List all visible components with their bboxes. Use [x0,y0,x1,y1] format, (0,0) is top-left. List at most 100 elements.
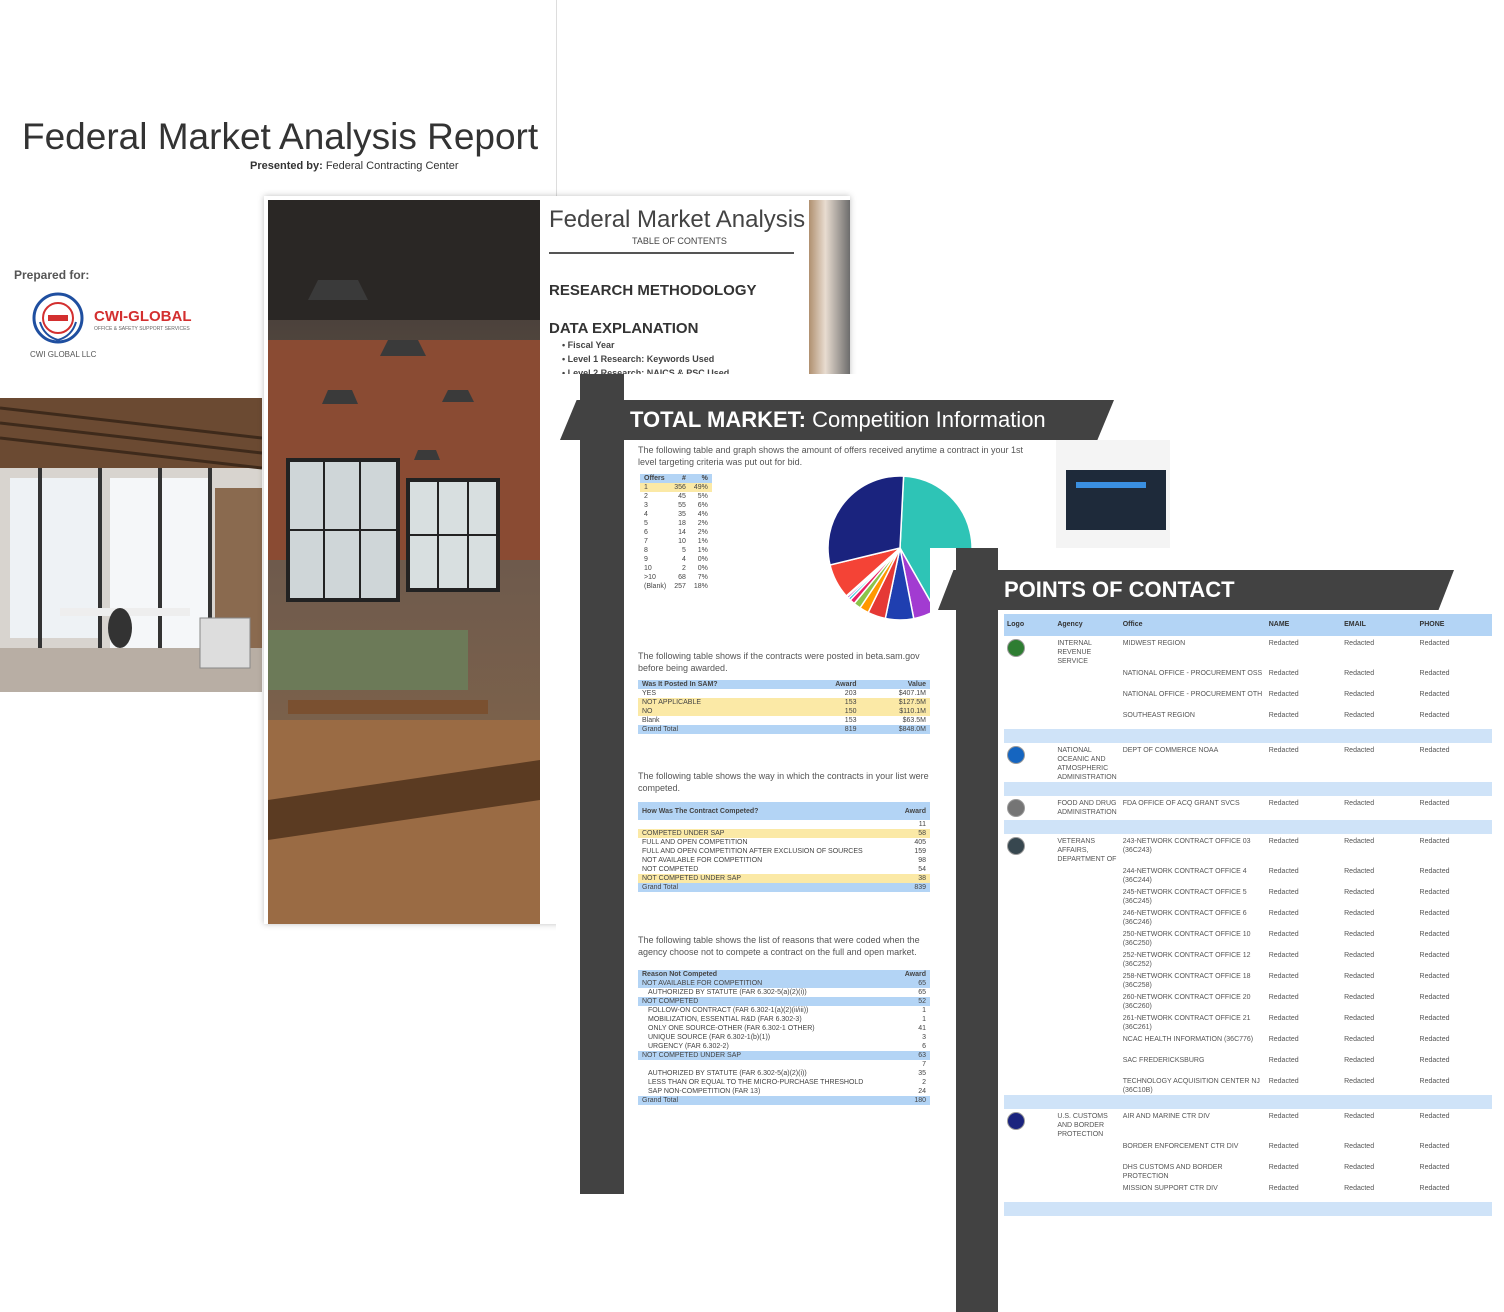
table-row: 244-NETWORK CONTRACT OFFICE 4 (36C244) Re… [1004,864,1492,885]
table-cell: 4% [697,511,708,518]
table-row: SAP NON-COMPETITION (FAR 13) 24 [638,1087,930,1096]
redacted-cell: Redacted [1344,712,1375,719]
table-cell: FULL AND OPEN COMPETITION [642,839,748,846]
separator-cell [1004,729,1492,743]
table-cell: NOT COMPETED UNDER SAP [642,875,742,882]
table-header-row: Was It Posted In SAM? Award Value [638,680,930,689]
table-cell: 4 [681,556,686,563]
table-row: FULL AND OPEN COMPETITION 405 [638,838,930,847]
office-cell: MIDWEST REGION [1122,640,1186,647]
table-cell: Offers [644,475,665,482]
group-separator [1004,729,1492,743]
table-row: 246-NETWORK CONTRACT OFFICE 6 (36C246) Re… [1004,906,1492,927]
table-cell: 3 [922,1034,926,1041]
table-row: 260-NETWORK CONTRACT OFFICE 20 (36C260) R… [1004,990,1492,1011]
table-row: 10 2 0% [640,564,712,573]
table-row: AUTHORIZED BY STATUTE (FAR 6.302-5(a)(2)… [638,988,930,997]
redacted-cell: Redacted [1419,1143,1450,1150]
office-cell: SAC FREDERICKSBURG [1122,1057,1205,1064]
office-cell: 261-NETWORK CONTRACT OFFICE 21 (36C261) [1122,1015,1251,1031]
table-row: 258-NETWORK CONTRACT OFFICE 18 (36C258) R… [1004,969,1492,990]
table-header-row: Reason Not Competed Award [638,970,930,979]
agency-cell [1054,1160,1119,1181]
agency-logo-cell [1004,708,1054,729]
toc-section-research: RESEARCH METHODOLOGY [549,282,757,299]
agency-logo-cell [1004,1139,1054,1160]
table-cell: Grand Total [642,884,679,891]
table-cell: 7 [644,538,648,545]
agency-cell [1054,1074,1119,1095]
table-row: FOLLOW-ON CONTRACT (FAR 6.302-1(a)(2)(ii… [638,1006,930,1015]
agency-logo-cell [1004,796,1054,820]
agency-seal-icon [1007,1112,1025,1130]
office-cell: DHS CUSTOMS AND BORDER PROTECTION [1122,1164,1223,1180]
office-cell: 245-NETWORK CONTRACT OFFICE 5 (36C245) [1122,889,1247,905]
table-row: NOT APPLICABLE 153 $127.5M [638,698,930,707]
table-cell: $407.1M [898,690,926,697]
table-row: Grand Total 819 $848.0M [638,725,930,734]
table-cell: NOT COMPETED UNDER SAP [642,1052,742,1059]
office-cell: NATIONAL OFFICE - PROCUREMENT OSS [1122,670,1263,677]
agency-cell [1054,708,1119,729]
table-cell: 8 [644,547,648,554]
cover-title: Federal Market Analysis Report [22,116,539,157]
table-cell: 45 [678,493,686,500]
table-row: NATIONAL OCEANIC AND ATMOSPHERIC ADMINIS… [1004,743,1492,782]
agency-logo-cell [1004,1074,1054,1095]
table-cell: Grand Total [642,726,679,733]
toc-section-data: DATA EXPLANATION [549,320,699,337]
redacted-cell: Redacted [1419,1164,1450,1171]
table-cell: 6% [697,502,708,509]
table-cell: 0% [697,556,708,563]
agency-cell [1054,1181,1119,1202]
table-cell: 1% [697,547,708,554]
table-cell: 0% [697,565,708,572]
agency-seal-icon [1007,799,1025,817]
table-cell: NOT COMPETED [642,866,699,873]
table-cell: NOT APPLICABLE [642,699,702,706]
office-cell: SOUTHEAST REGION [1122,712,1195,719]
table-row: >10 68 7% [640,573,712,582]
table-cell: FULL AND OPEN COMPETITION AFTER EXCLUSIO… [642,848,863,855]
redacted-cell: Redacted [1268,747,1299,754]
table-row: YES 203 $407.1M [638,689,930,698]
table-row: BORDER ENFORCEMENT CTR DIV Redacted Redact… [1004,1139,1492,1160]
page-accent-bar [580,374,624,1194]
redacted-cell: Redacted [1268,889,1299,896]
table-row: 2 45 5% [640,492,712,501]
table-cell: Grand Total [642,1097,679,1104]
table-cell: # [681,475,686,482]
redacted-cell: Redacted [1419,994,1450,1001]
separator-cell [1004,782,1492,796]
office-cell: 252-NETWORK CONTRACT OFFICE 12 (36C252) [1122,952,1251,968]
table-row: NOT AVAILABLE FOR COMPETITION 65 [638,979,930,988]
table-header-row: How Was The Contract Competed? Award [638,802,930,820]
agency-cell: FOOD AND DRUG ADMINISTRATION [1057,800,1117,816]
table-row: U.S. CUSTOMS AND BORDER PROTECTION AIR AN… [1004,1109,1492,1139]
redacted-cell: Redacted [1344,800,1375,807]
office-cell: 246-NETWORK CONTRACT OFFICE 6 (36C246) [1122,910,1247,926]
table-row: 5 18 2% [640,519,712,528]
table-row: 7 [638,1060,930,1069]
sam-posting-table: Was It Posted In SAM? Award Value YES 203 $40… [638,680,930,734]
table-row: 7 10 1% [640,537,712,546]
table-cell: 1 [922,1016,926,1023]
table-cell: >10 [644,574,656,581]
table-cell: $127.5M [898,699,926,706]
table-cell: 5% [697,493,708,500]
redacted-cell: Redacted [1344,952,1375,959]
table-row: 6 14 2% [640,528,712,537]
redacted-cell: Redacted [1419,747,1450,754]
table-row: NOT COMPETED 52 [638,997,930,1006]
toc-divider [549,252,794,254]
redacted-cell: Redacted [1344,747,1375,754]
agency-seal-icon [1007,639,1025,657]
redacted-cell: Redacted [1268,1036,1299,1043]
redacted-cell: Redacted [1419,1113,1450,1120]
table-cell: NOT AVAILABLE FOR COMPETITION [642,857,763,864]
office-cell: 260-NETWORK CONTRACT OFFICE 20 (36C260) [1122,994,1251,1010]
redacted-cell: Redacted [1344,910,1375,917]
group-separator [1004,1095,1492,1109]
redacted-cell: Redacted [1344,1185,1375,1192]
table-row: TECHNOLOGY ACQUISITION CENTER NJ (36C10B… [1004,1074,1492,1095]
